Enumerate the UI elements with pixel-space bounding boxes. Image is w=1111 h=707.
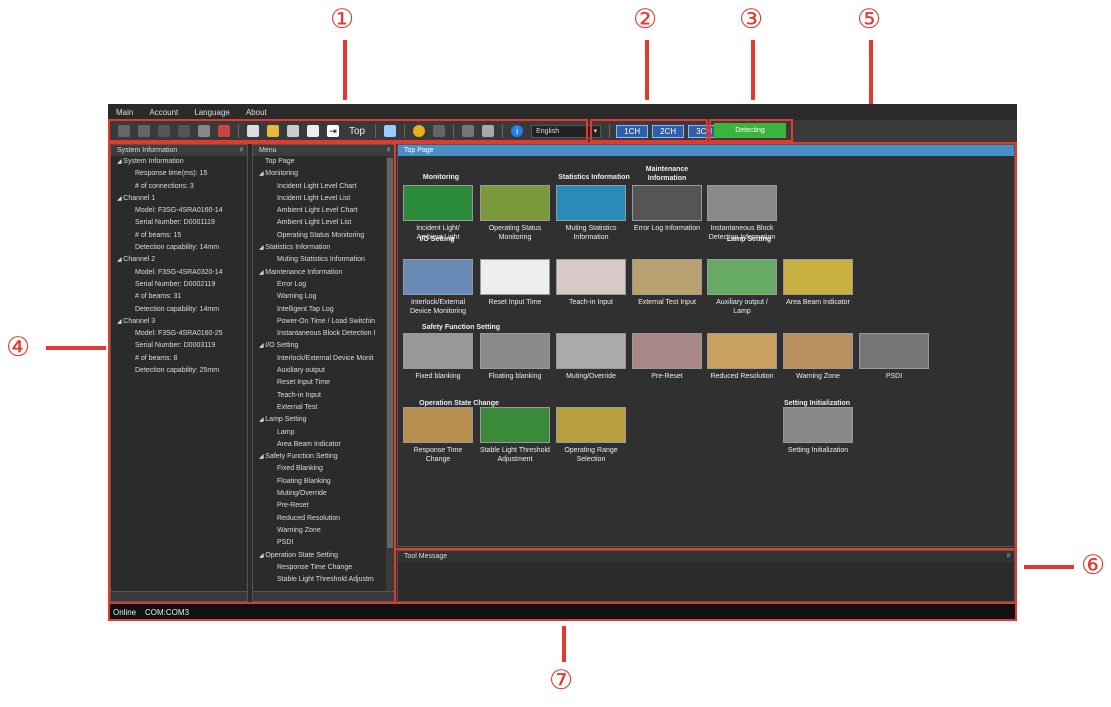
- callout-5: ⑤: [857, 4, 882, 35]
- menu-bar: Main Account Language About: [108, 104, 1017, 120]
- arrow-3: [751, 40, 755, 100]
- arrow-2: [645, 40, 649, 100]
- arrow-6: [1024, 565, 1074, 569]
- callout-1: ①: [330, 4, 355, 35]
- callout-2: ②: [633, 4, 658, 35]
- callout-7: ⑦: [549, 665, 574, 696]
- highlight-toolbar: [108, 119, 588, 142]
- application-window: Main Account Language About ⇥ Top i Engl…: [108, 104, 1017, 621]
- menu-language[interactable]: Language: [194, 108, 230, 117]
- highlight-main: [394, 142, 1017, 550]
- arrow-7: [562, 626, 566, 662]
- highlight-status: [709, 119, 793, 142]
- arrow-1: [343, 40, 347, 100]
- callout-3: ③: [739, 4, 764, 35]
- callout-6: ⑥: [1081, 550, 1106, 581]
- highlight-toolmsg: [394, 548, 1017, 604]
- highlight-left: [108, 142, 396, 604]
- menu-about[interactable]: About: [246, 108, 267, 117]
- highlight-channels: [590, 119, 708, 142]
- arrow-4: [46, 346, 106, 350]
- menu-main[interactable]: Main: [116, 108, 133, 117]
- menu-account[interactable]: Account: [149, 108, 178, 117]
- callout-4: ④: [6, 332, 31, 363]
- highlight-statusbar: [108, 602, 1017, 621]
